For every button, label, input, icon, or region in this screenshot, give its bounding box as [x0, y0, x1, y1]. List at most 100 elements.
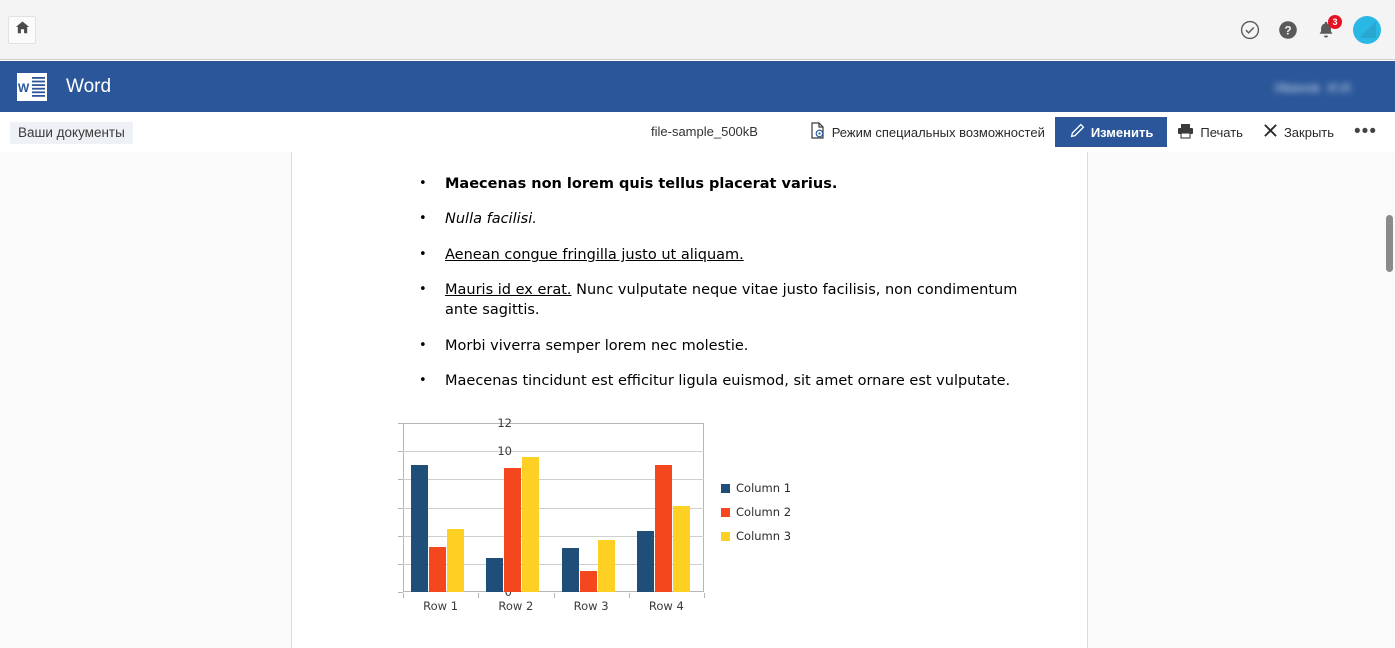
chart-bar — [579, 570, 597, 592]
bullet-glyph: • — [419, 247, 427, 262]
chart-bar — [672, 506, 690, 592]
close-icon — [1263, 123, 1278, 141]
x-tick-mark — [403, 593, 404, 598]
app-title: Word — [66, 76, 112, 97]
x-tick-label: Row 3 — [573, 599, 609, 613]
gridline — [403, 451, 704, 453]
print-button[interactable]: Печать — [1167, 117, 1253, 147]
print-label: Печать — [1200, 124, 1243, 140]
chart-legend: Column 1 Column 2 Column 3 — [721, 476, 791, 548]
legend-swatch — [721, 507, 730, 517]
y-tick-mark — [398, 535, 403, 537]
close-button[interactable]: Закрыть — [1253, 117, 1344, 147]
chart-bar — [486, 558, 504, 592]
x-tick-mark — [628, 593, 630, 598]
chart-bar — [447, 528, 465, 592]
check-circle-icon[interactable] — [1239, 19, 1261, 41]
user-account-label[interactable]: Иванов И.И. — [1275, 77, 1387, 97]
bullet-glyph: • — [419, 282, 427, 297]
workspace: • Maecenas non lorem quis tellus placera… — [0, 152, 1395, 648]
paragraph-text: Maecenas tincidunt est efficitur ligula … — [445, 373, 1011, 389]
avatar[interactable] — [1353, 16, 1381, 44]
bar-chart[interactable]: 024681012 Row 1Row 2Row 3Row 4 Column 1C… — [376, 414, 846, 614]
home-icon — [15, 20, 30, 40]
top-right-icon-group: ? 3 — [1239, 0, 1381, 60]
bullet-glyph: • — [419, 211, 427, 226]
file-name-label: file-sample_500kB — [651, 124, 758, 139]
chart-bar — [411, 464, 429, 592]
chart-bar — [561, 548, 579, 592]
bullet-glyph: • — [419, 176, 427, 191]
user-name-part2: И.И. — [1327, 79, 1354, 95]
x-tick-label: Row 4 — [648, 599, 684, 613]
paragraph-text: Mauris id ex erat. Nunc vulputate neque … — [445, 280, 1039, 320]
paragraph-text: Morbi viverra semper lorem nec molestie. — [445, 338, 749, 354]
user-name-part1: Иванов — [1275, 79, 1320, 95]
y-tick-mark — [398, 563, 403, 565]
x-tick-label: Row 2 — [498, 599, 534, 613]
legend-swatch — [721, 483, 730, 493]
svg-text:W: W — [18, 81, 30, 95]
y-tick-label: 10 — [497, 444, 512, 459]
legend-label: Column 1 — [736, 481, 792, 495]
printer-icon — [1177, 123, 1194, 142]
chart-bar — [522, 456, 540, 592]
accessibility-mode-label: Режим специальных возможностей — [831, 124, 1045, 140]
legend-item: Column 3 — [721, 524, 791, 548]
word-logo-icon: W — [14, 69, 50, 105]
chart-bar — [636, 531, 654, 592]
list-item: • Maecenas non lorem quis tellus placera… — [419, 174, 837, 194]
bullet-glyph: • — [419, 373, 427, 388]
paragraph-text: Aenean congue fringilla justo ut aliquam… — [445, 247, 744, 263]
chart-bar — [504, 468, 522, 592]
legend-swatch — [721, 531, 730, 541]
x-tick-label: Row 1 — [423, 599, 459, 613]
list-item: • Morbi viverra semper lorem nec molesti… — [419, 336, 748, 356]
bell-icon[interactable]: 3 — [1315, 15, 1342, 41]
chart-bar — [429, 546, 447, 592]
list-item: • Maecenas tincidunt est efficitur ligul… — [419, 371, 1010, 391]
chart-bar — [597, 539, 615, 592]
close-label: Закрыть — [1283, 124, 1335, 140]
paragraph-lead: Mauris id ex erat. — [445, 282, 572, 298]
document-page[interactable]: • Maecenas non lorem quis tellus placera… — [293, 152, 1087, 648]
chart-bar — [654, 465, 672, 592]
edit-button[interactable]: Изменить — [1054, 117, 1168, 147]
legend-item: Column 1 — [721, 476, 791, 500]
command-bar: Ваши документы file-sample_500kB Режим с… — [0, 112, 1395, 152]
edit-label: Изменить — [1090, 124, 1154, 140]
more-options-button[interactable]: ••• — [1344, 122, 1387, 141]
left-pane — [0, 152, 292, 648]
x-tick-mark — [478, 593, 480, 598]
paragraph-text: Nulla facilisi. — [445, 211, 537, 227]
accessibility-mode-button[interactable]: Режим специальных возможностей — [800, 117, 1055, 147]
x-tick-mark — [704, 593, 705, 598]
y-tick-mark — [398, 507, 403, 509]
vertical-scrollbar-thumb[interactable] — [1386, 215, 1393, 272]
list-item: • Mauris id ex erat. Nunc vulputate nequ… — [419, 280, 1039, 320]
pencil-icon — [1069, 123, 1085, 142]
x-tick-mark — [553, 593, 555, 598]
legend-label: Column 2 — [736, 505, 792, 519]
command-bar-actions: Режим специальных возможностей Изменить … — [800, 112, 1387, 152]
y-tick-mark — [398, 423, 403, 424]
y-tick-mark — [398, 479, 403, 481]
app-bar: W Word Иванов И.И. — [0, 61, 1395, 112]
y-tick-label: 12 — [497, 416, 512, 430]
list-item: • Nulla facilisi. — [419, 209, 537, 229]
legend-item: Column 2 — [721, 500, 791, 524]
help-icon[interactable]: ? — [1277, 19, 1299, 41]
top-bar: ? 3 — [0, 0, 1395, 60]
y-tick-mark — [398, 451, 403, 453]
paragraph-text: Maecenas non lorem quis tellus placerat … — [445, 176, 838, 192]
vertical-scrollbar-track[interactable] — [1383, 152, 1395, 648]
your-documents-tab[interactable]: Ваши документы — [10, 122, 133, 144]
legend-label: Column 3 — [736, 529, 792, 543]
accessibility-document-icon — [810, 122, 826, 142]
right-pane — [1087, 152, 1395, 648]
home-button[interactable] — [8, 16, 36, 44]
svg-text:?: ? — [1284, 24, 1291, 38]
notification-badge: 3 — [1328, 15, 1342, 29]
bullet-glyph: • — [419, 338, 427, 353]
list-item: • Aenean congue fringilla justo ut aliqu… — [419, 245, 744, 265]
